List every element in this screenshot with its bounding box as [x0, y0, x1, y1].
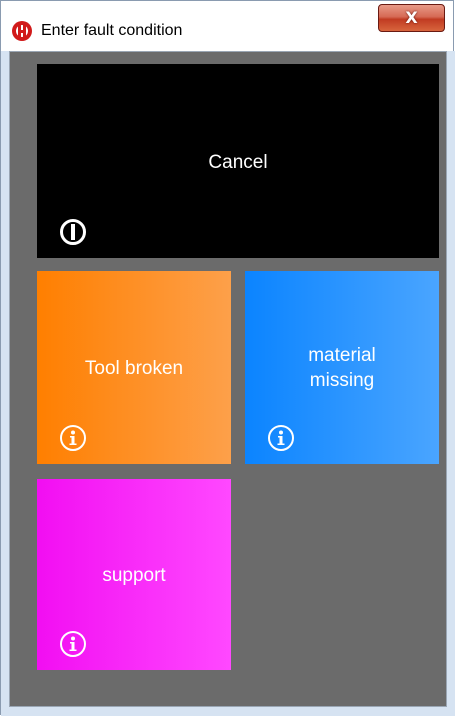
- power-icon: [59, 218, 87, 246]
- window-frame-right: [447, 51, 455, 716]
- material-missing-label-line-1: material: [308, 345, 376, 366]
- tile-panel: Cancel Tool broken material missing supp…: [9, 51, 447, 707]
- window-title: Enter fault condition: [41, 22, 183, 39]
- support-label: support: [102, 565, 166, 586]
- window-frame-bottom: [1, 707, 455, 716]
- dialog-window: Enter fault condition X Cancel Tool brok…: [0, 0, 455, 716]
- window-frame-left: [1, 51, 9, 716]
- close-button[interactable]: X: [378, 4, 445, 32]
- close-icon: X: [405, 8, 418, 27]
- tool-broken-label: Tool broken: [84, 358, 184, 379]
- app-logo-icon: [12, 21, 32, 41]
- tool-broken-button[interactable]: Tool broken: [37, 271, 231, 464]
- material-missing-button[interactable]: material missing: [245, 271, 439, 464]
- info-icon: [267, 424, 295, 452]
- title-bar[interactable]: Enter fault condition X: [1, 1, 453, 51]
- material-missing-label: material missing: [245, 343, 439, 393]
- info-icon: [59, 630, 87, 658]
- cancel-button[interactable]: Cancel: [37, 64, 439, 258]
- material-missing-label-line-2: missing: [309, 370, 375, 391]
- info-icon: [59, 424, 87, 452]
- cancel-label: Cancel: [208, 152, 268, 173]
- support-button[interactable]: support: [37, 479, 231, 670]
